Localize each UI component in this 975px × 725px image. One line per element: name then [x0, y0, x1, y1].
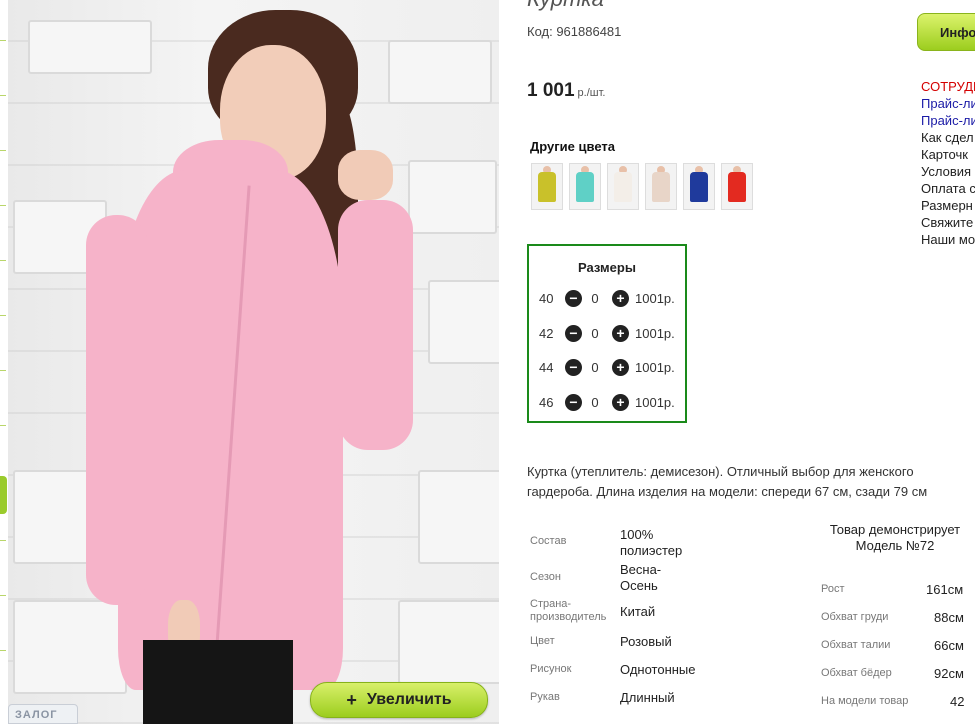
model-label: Обхват груди	[821, 611, 889, 623]
spec-value: Розовый	[620, 634, 672, 649]
model-label: Обхват талии	[821, 639, 891, 651]
info-link[interactable]: Наши мо	[921, 231, 975, 248]
zoom-button[interactable]: + Увеличить	[310, 682, 488, 718]
product-title: Куртка	[527, 0, 604, 12]
size-price: 1001р.	[635, 394, 675, 410]
info-button[interactable]: Инфо	[917, 13, 975, 51]
spec-label: Рисунок	[530, 663, 572, 675]
color-swatch[interactable]	[683, 163, 715, 210]
spec-value: 100% полиэстер	[620, 527, 683, 558]
plus-icon[interactable]: +	[612, 324, 629, 342]
size-price: 1001р.	[635, 359, 675, 375]
model-value: 42	[950, 694, 965, 709]
info-link[interactable]: Оплата с	[921, 180, 975, 197]
color-swatch[interactable]	[607, 163, 639, 210]
minus-icon[interactable]: −	[565, 324, 582, 342]
color-swatch[interactable]	[569, 163, 601, 210]
price-unit: р./шт.	[577, 87, 606, 99]
model-value: 88см	[934, 610, 964, 625]
info-link[interactable]: Как сдел	[921, 129, 975, 146]
jacket-thumb	[614, 172, 632, 202]
size-row: 40 − 0 + 1001р.	[539, 288, 675, 308]
color-swatch[interactable]	[531, 163, 563, 210]
spec-label: Рукав	[530, 691, 560, 703]
info-link[interactable]: Размерн	[921, 197, 975, 214]
size-number: 42	[539, 325, 554, 341]
product-code: Код: 961886481	[527, 24, 622, 39]
quantity[interactable]: 0	[582, 395, 608, 410]
info-link[interactable]: Карточк	[921, 146, 975, 163]
model-value: 66см	[934, 638, 964, 653]
color-swatch[interactable]	[721, 163, 753, 210]
product-photo[interactable]	[8, 0, 499, 724]
plus-icon: +	[346, 689, 357, 710]
info-link[interactable]: Свяжите	[921, 214, 975, 231]
size-row: 42 − 0 + 1001р.	[539, 323, 675, 343]
quantity[interactable]: 0	[582, 291, 608, 306]
right-links: СОТРУДНПрайс-лиПрайс-лиКак сделКарточкУс…	[921, 78, 975, 248]
size-price: 1001р.	[635, 325, 675, 341]
minus-icon[interactable]: −	[565, 289, 582, 307]
info-link[interactable]: Прайс-ли	[921, 95, 975, 112]
jacket-thumb	[652, 172, 670, 202]
price-value: 1 001	[527, 80, 575, 101]
side-tab[interactable]	[0, 476, 7, 514]
model-label: На модели товар	[821, 695, 909, 707]
jacket-thumb	[576, 172, 594, 202]
info-link[interactable]: Условия	[921, 163, 975, 180]
plus-icon[interactable]: +	[612, 393, 629, 411]
size-number: 46	[539, 394, 554, 410]
spec-value: Весна-Осень	[620, 562, 662, 593]
plus-icon[interactable]: +	[612, 289, 629, 307]
size-row: 44 − 0 + 1001р.	[539, 357, 675, 377]
minus-icon[interactable]: −	[565, 393, 582, 411]
size-row: 46 − 0 + 1001р.	[539, 392, 675, 412]
model-label: Рост	[821, 583, 845, 595]
info-link[interactable]: СОТРУДН	[921, 78, 975, 95]
jacket-thumb	[690, 172, 708, 202]
size-price: 1001р.	[635, 290, 675, 306]
size-number: 40	[539, 290, 554, 306]
sizes-box: Размеры 40 − 0 + 1001р. 42 − 0 + 1001р. …	[527, 244, 687, 423]
spec-value: Однотонные	[620, 662, 696, 677]
size-number: 44	[539, 359, 554, 375]
jacket-thumb	[728, 172, 746, 202]
spec-value: Китай	[620, 604, 656, 619]
quantity[interactable]: 0	[582, 326, 608, 341]
model-value: 92см	[934, 666, 964, 681]
spec-label: Состав	[530, 535, 567, 547]
spec-value: Длинный	[620, 690, 675, 705]
catalog-tag: ЗАЛОГ	[8, 704, 78, 724]
sizes-title: Размеры	[578, 260, 636, 275]
plus-icon[interactable]: +	[612, 358, 629, 376]
spec-label: Цвет	[530, 635, 555, 647]
price: 1 001 р./шт.	[527, 80, 605, 102]
minus-icon[interactable]: −	[565, 358, 582, 376]
info-link[interactable]: Прайс-ли	[921, 112, 975, 129]
product-description: Куртка (утеплитель: демисезон). Отличный…	[527, 464, 928, 499]
zoom-button-label: Увеличить	[366, 691, 452, 708]
jacket-thumb	[538, 172, 556, 202]
color-swatches	[531, 163, 753, 210]
spec-label: Страна-производитель	[530, 598, 607, 623]
other-colors-title: Другие цвета	[530, 139, 615, 154]
spec-label: Сезон	[530, 571, 561, 583]
model-label: Обхват бёдер	[821, 667, 892, 679]
info-button-label: Инфо	[940, 24, 975, 40]
model-header: Товар демонстрирует Модель №72	[829, 522, 961, 553]
quantity[interactable]: 0	[582, 360, 608, 375]
model-value: 161см	[926, 582, 964, 597]
color-swatch[interactable]	[645, 163, 677, 210]
